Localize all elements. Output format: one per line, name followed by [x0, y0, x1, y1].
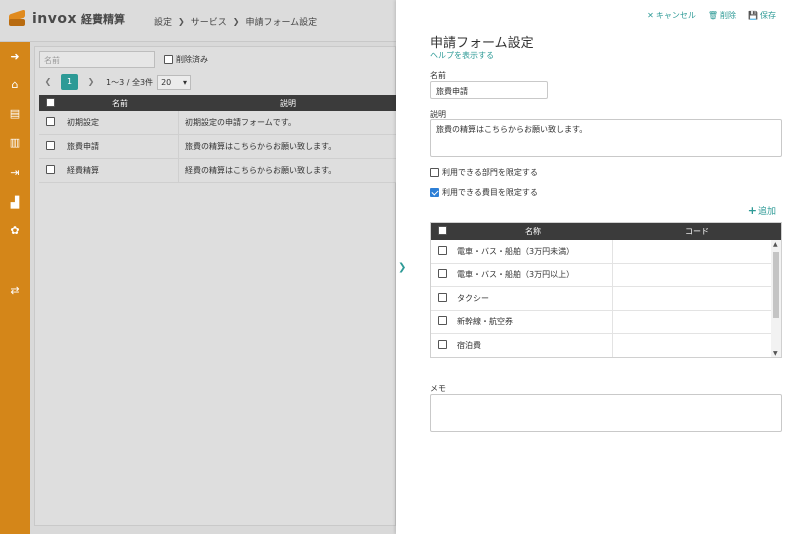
row-checkbox[interactable] — [437, 245, 447, 255]
name-label: 名前 — [430, 71, 446, 80]
column-header-name[interactable]: 名前 — [61, 98, 179, 109]
form-settings-panel: ❯ ✕ キャンセル 🗑 削除 💾 保存 申請フォーム設定 ヘルプを表示する 名前 旅費… — [396, 0, 800, 534]
breadcrumb: 設定 ❯ サービス ❯ 申請フォーム設定 — [154, 15, 317, 28]
save-icon: 💾 — [748, 11, 758, 20]
row-checkbox[interactable] — [45, 117, 55, 126]
expense-table: 名称 コード 電車・バス・船舶（3万円未満） 電車・バス・船舶（3万円以上） タ… — [430, 222, 782, 358]
transfer-icon[interactable]: ⇄ — [7, 284, 23, 298]
checkbox-checked-icon[interactable] — [430, 188, 439, 197]
table-row[interactable]: 初期設定 初期設定の申請フォームです。 — [39, 111, 397, 135]
limit-expense-label: 利用できる費目を限定する — [442, 188, 538, 197]
row-checkbox[interactable] — [437, 316, 447, 326]
trash-icon: 🗑 — [707, 11, 719, 20]
row-checkbox[interactable] — [45, 141, 55, 150]
scroll-thumb[interactable] — [773, 252, 779, 318]
limit-expense-checkbox[interactable]: 利用できる費目を限定する — [430, 187, 538, 198]
row-name: 初期設定 — [61, 111, 179, 134]
home-icon[interactable]: ⌂ — [7, 78, 23, 92]
name-input[interactable]: 旅費申請 — [430, 81, 548, 99]
document-icon[interactable]: ▤ — [7, 107, 23, 121]
panel-title: 申請フォーム設定 — [430, 36, 534, 51]
logo-icon — [8, 9, 26, 28]
collapse-panel-button[interactable]: ❯ — [398, 262, 408, 274]
logo-subtitle: 経費精算 — [81, 13, 126, 26]
save-button[interactable]: 💾 保存 — [748, 10, 776, 21]
form-list-table: 名前 説明 初期設定 初期設定の申請フォームです。 旅費申請 旅費の精算はこちら… — [39, 95, 397, 183]
table-row[interactable]: 新幹線・航空券 — [431, 310, 781, 334]
show-deleted-label: 削除済み — [176, 55, 208, 64]
row-description: 経費の精算はこちらからお願い致します。 — [185, 166, 337, 175]
breadcrumb-item[interactable]: サービス — [191, 15, 227, 28]
memo-label: メモ — [430, 384, 446, 393]
table-header: 名前 説明 — [39, 95, 397, 111]
memo-textarea[interactable] — [430, 394, 782, 432]
document-list-icon[interactable]: ▥ — [7, 136, 23, 150]
row-description: 初期設定の申請フォームです。 — [185, 118, 296, 127]
name-filter-input[interactable]: 名前 — [39, 51, 155, 68]
gear-icon[interactable]: ✿ — [7, 224, 23, 238]
limit-department-label: 利用できる部門を限定する — [442, 168, 538, 177]
logo-text: invox — [32, 11, 78, 27]
form-list-area: 名前 削除済み ❮ 1 ❯ 1〜3 / 全3件 20 ▾ 名前 説明 初期設定 — [30, 42, 397, 534]
column-header-name[interactable]: 名称 — [453, 226, 613, 237]
description-textarea[interactable]: 旅費の精算はこちらからお願い致します。 — [430, 119, 782, 157]
table-row[interactable]: 経費精算 経費の精算はこちらからお願い致します。 — [39, 159, 397, 183]
row-checkbox[interactable] — [437, 339, 447, 349]
add-expense-button[interactable]: +追加 — [748, 204, 776, 217]
caret-down-icon: ▾ — [183, 77, 188, 87]
page-size-value: 20 — [161, 77, 172, 87]
expense-name: 新幹線・航空券 — [453, 310, 613, 333]
prev-page-button[interactable]: ❮ — [39, 74, 57, 90]
delete-button[interactable]: 🗑 削除 — [708, 10, 736, 21]
row-name: 経費精算 — [61, 159, 179, 182]
row-name: 旅費申請 — [61, 135, 179, 158]
select-all-checkbox[interactable] — [437, 226, 447, 235]
arrow-right-circle-icon[interactable]: ➜ — [7, 50, 23, 64]
show-deleted-checkbox[interactable]: 削除済み — [164, 54, 208, 65]
chart-icon[interactable]: ▟ — [7, 196, 23, 210]
chevron-right-icon: ❯ — [178, 17, 185, 26]
checkbox-icon[interactable] — [430, 168, 439, 177]
expense-name: 電車・バス・船舶（3万円以上） — [453, 263, 613, 286]
panel-actions: ✕ キャンセル 🗑 削除 💾 保存 — [647, 10, 776, 21]
table-row[interactable]: 旅費申請 旅費の精算はこちらからお願い致します。 — [39, 135, 397, 159]
column-header-description[interactable]: 説明 — [179, 98, 397, 109]
table-row[interactable]: 電車・バス・船舶（3万円以上） — [431, 263, 781, 287]
checkbox-icon[interactable] — [164, 55, 173, 64]
row-checkbox[interactable] — [437, 292, 447, 302]
limit-department-checkbox[interactable]: 利用できる部門を限定する — [430, 167, 538, 178]
scroll-down-icon[interactable]: ▼ — [773, 350, 778, 357]
next-page-button[interactable]: ❯ — [82, 74, 100, 90]
column-header-code[interactable]: コード — [613, 226, 781, 237]
current-page-button[interactable]: 1 — [61, 74, 78, 90]
table-row[interactable]: 宿泊費 — [431, 334, 781, 357]
table-row[interactable]: タクシー — [431, 287, 781, 311]
row-description: 旅費の精算はこちらからお願い致します。 — [185, 142, 337, 151]
row-checkbox[interactable] — [45, 165, 55, 174]
page-size-select[interactable]: 20 ▾ — [157, 74, 192, 90]
scroll-up-icon[interactable]: ▲ — [773, 241, 778, 248]
form-list-panel: 名前 削除済み ❮ 1 ❯ 1〜3 / 全3件 20 ▾ 名前 説明 初期設定 — [34, 46, 397, 526]
close-icon: ✕ — [647, 11, 654, 20]
table-header: 名称 コード — [431, 223, 781, 240]
breadcrumb-item: 申請フォーム設定 — [245, 18, 318, 28]
expense-name: 宿泊費 — [453, 334, 613, 357]
help-link[interactable]: ヘルプを表示する — [430, 50, 494, 61]
table-row[interactable]: 電車・バス・船舶（3万円未満） — [431, 240, 781, 264]
expense-name: 電車・バス・船舶（3万円未満） — [453, 240, 613, 263]
sidebar: ➜ ⌂ ▤ ▥ ⇥ ▟ ✿ ⇄ — [0, 42, 30, 534]
expense-name: タクシー — [453, 287, 613, 310]
cancel-button[interactable]: ✕ キャンセル — [647, 10, 696, 21]
pagination: ❮ 1 ❯ 1〜3 / 全3件 20 ▾ — [39, 74, 192, 90]
chevron-right-icon: ❯ — [232, 17, 240, 26]
breadcrumb-item[interactable]: 設定 — [154, 15, 172, 28]
app-header: invox 経費精算 設定 ❯ サービス ❯ 申請フォーム設定 — [0, 0, 396, 42]
row-checkbox[interactable] — [437, 269, 447, 279]
select-all-checkbox[interactable] — [45, 97, 55, 107]
logo[interactable]: invox 経費精算 — [8, 9, 126, 28]
vertical-scrollbar[interactable]: ▲ ▼ — [771, 240, 781, 357]
plus-icon: + — [747, 204, 757, 217]
page-range-text: 1〜3 / 全3件 — [106, 77, 154, 87]
export-icon[interactable]: ⇥ — [7, 166, 23, 180]
